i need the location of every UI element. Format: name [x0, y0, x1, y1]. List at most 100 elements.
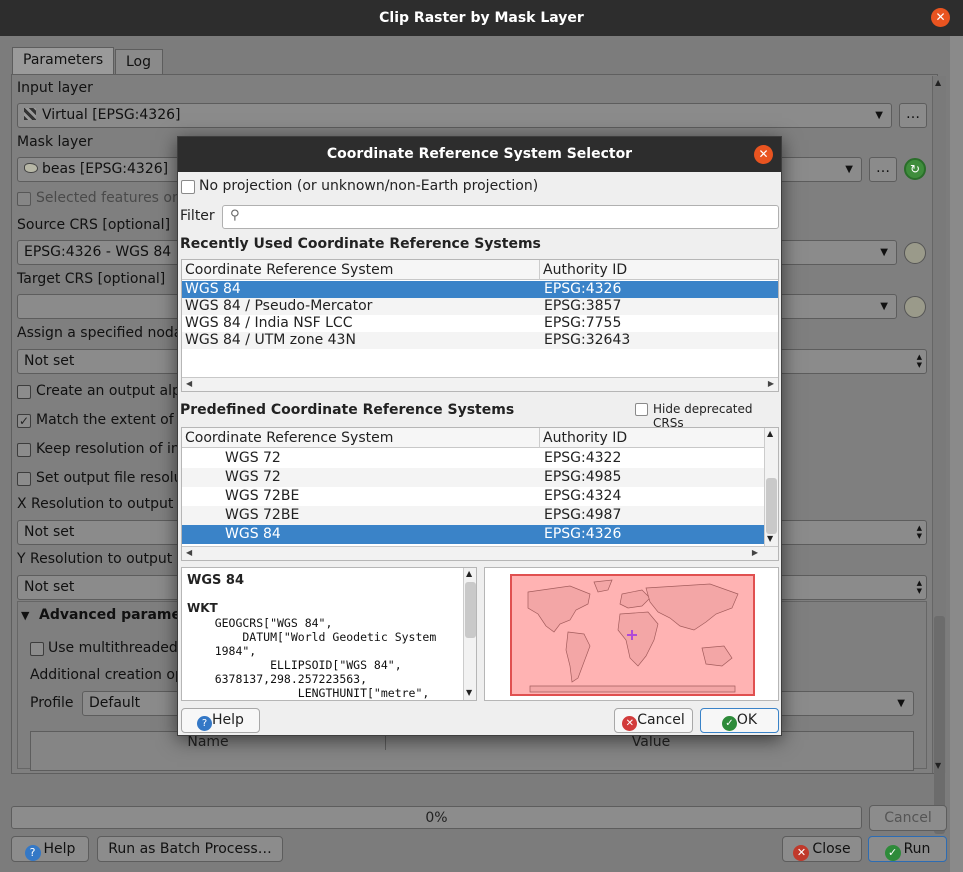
scroll-right-icon[interactable]: ▶	[768, 379, 774, 388]
iterate-icon[interactable]: ↻	[904, 158, 926, 180]
crs-name-cell: WGS 72	[225, 469, 281, 485]
crs-authority-cell: EPSG:4322	[544, 450, 622, 466]
window-close-icon[interactable]: ✕	[931, 8, 950, 27]
target-crs-label: Target CRS [optional]	[17, 271, 166, 287]
spin-arrows-icon[interactable]: ▲ ▼	[917, 579, 922, 595]
scroll-thumb[interactable]	[465, 582, 476, 638]
close-button[interactable]: ✕ Close	[782, 836, 862, 862]
horizontal-scrollbar[interactable]: ◀ ▶	[182, 377, 778, 391]
crs-table-row[interactable]: WGS 84 EPSG:4326	[182, 525, 764, 544]
scroll-up-icon[interactable]: ▲	[466, 569, 472, 578]
x-resolution-value: Not set	[24, 524, 75, 540]
spin-arrows-icon[interactable]: ▲ ▼	[917, 524, 922, 540]
chevron-down-icon: ▼	[875, 110, 883, 121]
crs-details-panel: WGS 84 WKT GEOGCRS["WGS 84", DATUM["Worl…	[181, 567, 477, 701]
scroll-right-icon[interactable]: ▶	[752, 548, 758, 557]
scroll-left-icon[interactable]: ◀	[186, 379, 192, 388]
column-authority[interactable]: Authority ID	[540, 260, 778, 280]
column-crs[interactable]: Coordinate Reference System	[182, 428, 540, 448]
scroll-down-arrow-icon[interactable]: ▼	[935, 761, 941, 770]
match-extent-label: Match the extent of t	[36, 412, 184, 428]
predefined-crs-table: Coordinate Reference System Authority ID…	[181, 427, 779, 561]
keep-resolution-checkbox[interactable]	[17, 443, 31, 457]
tab-log[interactable]: Log	[115, 49, 163, 75]
details-crs-name: WGS 84	[187, 573, 244, 588]
crs-table-row[interactable]: WGS 72BE EPSG:4987	[182, 506, 764, 525]
crs-authority-cell: EPSG:4987	[544, 507, 622, 523]
chevron-down-icon: ▼	[880, 301, 888, 312]
crs-select-icon[interactable]	[904, 242, 926, 264]
selected-features-label: Selected features on	[36, 190, 181, 206]
alpha-band-label: Create an output alp	[36, 383, 181, 399]
dialog-help-label: Help	[212, 712, 244, 728]
right-edge-strip	[950, 36, 963, 872]
crs-table-row[interactable]: WGS 72BE EPSG:4324	[182, 487, 764, 506]
scroll-down-icon[interactable]: ▼	[767, 534, 773, 543]
crs-table-row[interactable]: WGS 84 / Pseudo-Mercator EPSG:3857	[182, 298, 778, 315]
set-resolution-label: Set output file resolu	[36, 470, 183, 486]
horizontal-scrollbar[interactable]: ◀ ▶	[182, 546, 778, 560]
scroll-up-icon[interactable]: ▲	[767, 429, 773, 438]
run-button[interactable]: ✓ Run	[868, 836, 947, 862]
scroll-down-icon[interactable]: ▼	[466, 688, 472, 697]
crs-table-row[interactable]: WGS 84 / UTM zone 43N EPSG:32643	[182, 332, 778, 349]
advanced-parameters-label[interactable]: Advanced paramete	[39, 607, 197, 623]
dialog-ok-button[interactable]: ✓ OK	[700, 708, 779, 733]
vertical-scrollbar[interactable]: ▲ ▼	[764, 428, 778, 546]
column-authority[interactable]: Authority ID	[540, 428, 764, 448]
details-wkt-label: WKT	[187, 601, 218, 615]
profile-value: Default	[89, 695, 141, 711]
batch-process-button[interactable]: Run as Batch Process…	[97, 836, 283, 862]
selected-features-checkbox[interactable]	[17, 192, 31, 206]
column-crs[interactable]: Coordinate Reference System	[182, 260, 540, 280]
table-header-name: Name	[31, 734, 386, 750]
crs-select-icon[interactable]	[904, 296, 926, 318]
chevron-down-icon: ▼	[880, 247, 888, 258]
crs-table-row[interactable]: WGS 72 EPSG:4322	[182, 449, 764, 468]
window-titlebar: Clip Raster by Mask Layer	[0, 0, 963, 36]
crs-table-row[interactable]: WGS 84 / India NSF LCC EPSG:7755	[182, 315, 778, 332]
parameters-scrollbar[interactable]: ▲ ▼	[932, 76, 946, 834]
alpha-band-checkbox[interactable]	[17, 385, 31, 399]
cancel-button[interactable]: Cancel	[869, 805, 947, 831]
close-icon: ✕	[793, 845, 810, 861]
crs-authority-cell: EPSG:32643	[544, 332, 631, 348]
spin-arrows-icon[interactable]: ▲ ▼	[917, 353, 922, 369]
mask-layer-label: Mask layer	[17, 134, 93, 150]
hide-deprecated-checkbox[interactable]	[635, 403, 648, 416]
dialog-cancel-button[interactable]: ✕ Cancel	[614, 708, 693, 733]
filter-input[interactable]: ⚲	[222, 205, 779, 229]
scroll-left-icon[interactable]: ◀	[186, 548, 192, 557]
progress-text: 0%	[425, 810, 448, 826]
set-resolution-checkbox[interactable]	[17, 472, 31, 486]
tab-parameters[interactable]: Parameters	[12, 47, 114, 75]
scroll-up-arrow-icon[interactable]: ▲	[935, 78, 941, 87]
no-projection-checkbox[interactable]	[181, 180, 195, 194]
input-layer-browse-button[interactable]: …	[899, 103, 927, 128]
scroll-thumb[interactable]	[934, 616, 945, 834]
crs-table-row[interactable]: WGS 72 EPSG:4985	[182, 468, 764, 487]
dialog-close-icon[interactable]: ✕	[754, 145, 773, 164]
help-button[interactable]: ? Help	[11, 836, 89, 862]
creation-options-table: Name Value	[30, 731, 914, 771]
input-layer-combo[interactable]: Virtual [EPSG:4326] ▼	[17, 103, 892, 128]
crs-table-row[interactable]: WGS 84 EPSG:4326	[182, 281, 778, 298]
crs-authority-cell: EPSG:4326	[544, 526, 622, 542]
crs-name-cell: WGS 84	[185, 281, 241, 297]
mask-layer-browse-button[interactable]: …	[869, 157, 897, 182]
multithreaded-checkbox[interactable]	[30, 642, 44, 656]
details-scrollbar[interactable]: ▲ ▼	[463, 568, 476, 700]
crs-name-cell: WGS 84	[225, 526, 281, 542]
scroll-thumb[interactable]	[766, 478, 777, 534]
dialog-help-button[interactable]: ? Help	[181, 708, 260, 733]
run-button-label: Run	[903, 841, 931, 857]
crs-authority-cell: EPSG:3857	[544, 298, 622, 314]
crs-extent-map	[484, 567, 779, 701]
collapse-triangle-icon[interactable]: ▼	[21, 609, 29, 622]
crs-name-cell: WGS 84 / India NSF LCC	[185, 315, 353, 331]
help-button-label: Help	[43, 841, 76, 857]
profile-label: Profile	[30, 695, 74, 711]
crs-name-cell: WGS 72BE	[225, 488, 300, 504]
match-extent-checkbox[interactable]: ✓	[17, 414, 31, 428]
ok-check-icon: ✓	[721, 716, 737, 731]
